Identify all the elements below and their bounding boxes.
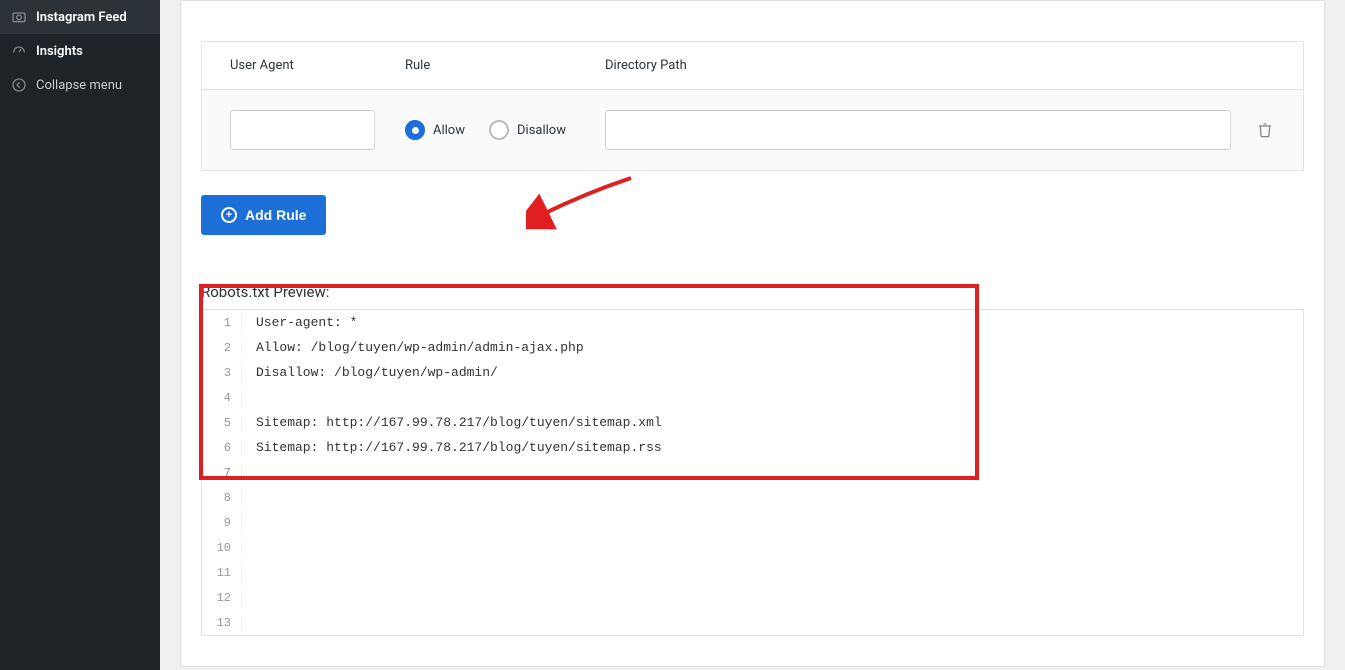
sidebar-item-label: Instagram Feed (36, 10, 127, 25)
sidebar-item-insights[interactable]: Insights (0, 34, 160, 68)
line-number: 1 (202, 316, 242, 330)
code-line: 10 (202, 535, 1303, 560)
line-number: 13 (202, 616, 242, 630)
line-number: 4 (202, 391, 242, 405)
line-content: Disallow: /blog/tuyen/wp-admin/ (242, 365, 498, 380)
line-number: 11 (202, 566, 242, 580)
code-line: 13 (202, 610, 1303, 635)
code-line: 4 (202, 385, 1303, 410)
code-line: 11 (202, 560, 1303, 585)
preview-label: Robots.txt Preview: (181, 235, 1324, 309)
line-number: 7 (202, 466, 242, 480)
code-line: 5Sitemap: http://167.99.78.217/blog/tuye… (202, 410, 1303, 435)
code-line: 7 (202, 460, 1303, 485)
admin-sidebar: Instagram Feed Insights Collapse menu (0, 0, 160, 670)
main-content: User Agent Rule Directory Path Allow (160, 0, 1345, 670)
line-number: 6 (202, 441, 242, 455)
disallow-label: Disallow (517, 123, 566, 138)
rules-table: User Agent Rule Directory Path Allow (201, 41, 1304, 171)
line-number: 8 (202, 491, 242, 505)
radio-allow[interactable] (405, 120, 425, 140)
header-path: Directory Path (605, 58, 1275, 73)
radio-disallow[interactable] (489, 120, 509, 140)
rule-radio-group: Allow Disallow (405, 120, 605, 140)
sidebar-item-collapse[interactable]: Collapse menu (0, 68, 160, 102)
code-line: 2Allow: /blog/tuyen/wp-admin/admin-ajax.… (202, 335, 1303, 360)
line-number: 5 (202, 416, 242, 430)
line-number: 3 (202, 366, 242, 380)
robots-editor-card: User Agent Rule Directory Path Allow (180, 0, 1325, 667)
code-line: 3Disallow: /blog/tuyen/wp-admin/ (202, 360, 1303, 385)
code-line: 1User-agent: * (202, 310, 1303, 335)
code-line: 9 (202, 510, 1303, 535)
code-line: 12 (202, 585, 1303, 610)
line-content: User-agent: * (242, 315, 357, 330)
sidebar-item-label: Insights (36, 44, 83, 59)
sidebar-item-instagram-feed[interactable]: Instagram Feed (0, 0, 160, 34)
header-user-agent: User Agent (230, 58, 405, 73)
add-rule-button[interactable]: + Add Rule (201, 195, 326, 235)
line-number: 9 (202, 516, 242, 530)
line-content: Allow: /blog/tuyen/wp-admin/admin-ajax.p… (242, 340, 584, 355)
robots-preview[interactable]: 1User-agent: *2Allow: /blog/tuyen/wp-adm… (201, 309, 1304, 636)
code-line: 6Sitemap: http://167.99.78.217/blog/tuye… (202, 435, 1303, 460)
disallow-radio-option[interactable]: Disallow (489, 120, 566, 140)
header-rule: Rule (405, 58, 605, 73)
directory-path-input[interactable] (605, 110, 1231, 150)
line-content: Sitemap: http://167.99.78.217/blog/tuyen… (242, 415, 662, 430)
user-agent-input[interactable] (230, 110, 375, 150)
gauge-icon (10, 42, 28, 60)
arrow-annotation (526, 173, 646, 233)
allow-label: Allow (433, 123, 465, 138)
rule-row: Allow Disallow (202, 90, 1303, 170)
line-number: 10 (202, 541, 242, 555)
plus-circle-icon: + (221, 207, 237, 223)
camera-icon (10, 8, 28, 26)
line-number: 2 (202, 341, 242, 355)
line-content: Sitemap: http://167.99.78.217/blog/tuyen… (242, 440, 662, 455)
rules-header: User Agent Rule Directory Path (202, 42, 1303, 90)
code-line: 8 (202, 485, 1303, 510)
line-number: 12 (202, 591, 242, 605)
sidebar-item-label: Collapse menu (36, 78, 122, 93)
allow-radio-option[interactable]: Allow (405, 120, 465, 140)
delete-icon[interactable] (1255, 120, 1275, 140)
add-rule-label: Add Rule (245, 207, 306, 223)
collapse-icon (10, 76, 28, 94)
